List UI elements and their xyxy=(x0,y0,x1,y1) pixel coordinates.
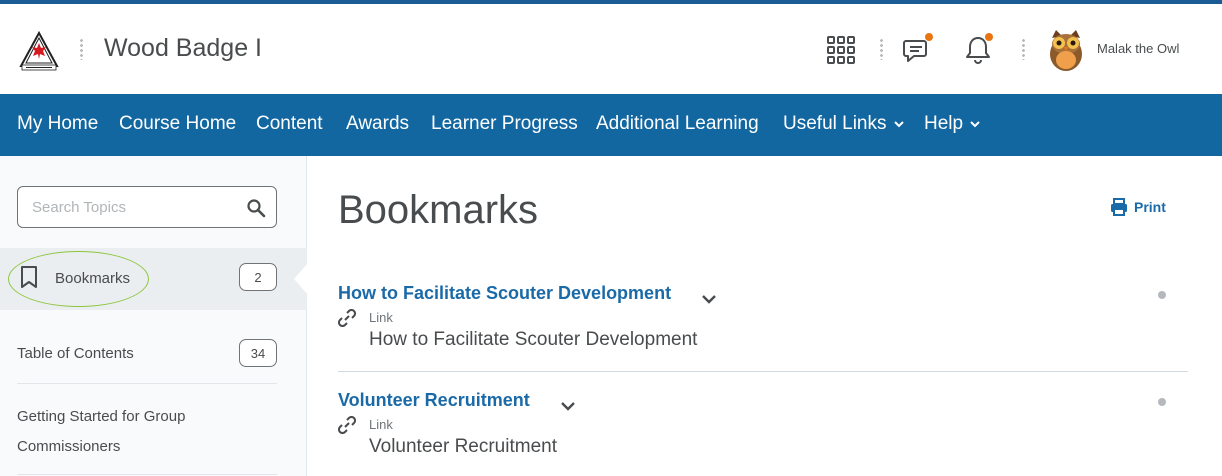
print-label: Print xyxy=(1134,199,1166,215)
scouts-canada-logo[interactable] xyxy=(18,30,60,72)
printer-icon xyxy=(1111,198,1127,216)
search-icon[interactable] xyxy=(246,198,266,218)
nav-item-label: Content xyxy=(256,113,323,134)
main-content: Bookmarks Print How to Facilitate Scoute… xyxy=(308,156,1222,476)
nav-item-help[interactable]: Help xyxy=(924,113,981,135)
toc-count-badge: 34 xyxy=(239,339,277,367)
topic-subtitle: How to Facilitate Scouter Development xyxy=(369,329,698,350)
divider xyxy=(17,474,277,475)
link-icon xyxy=(338,309,356,327)
nav-item-label: Useful Links xyxy=(783,113,887,134)
sidebar: Bookmarks 2 Table of Contents 34 Getting… xyxy=(0,156,308,476)
topic-subtitle: Volunteer Recruitment xyxy=(369,436,557,457)
nav-item-label: Course Home xyxy=(119,113,237,134)
nav-item-label: Additional Learning xyxy=(596,113,759,134)
divider xyxy=(17,383,277,384)
notification-dot xyxy=(924,32,934,42)
nav-item-content[interactable]: Content xyxy=(256,113,323,135)
nav-item-my-home[interactable]: My Home xyxy=(17,113,98,135)
nav-item-label: Help xyxy=(924,113,964,134)
header: Wood Badge I Malak the Owl xyxy=(0,4,1222,94)
search-box xyxy=(17,186,277,228)
chevron-down-icon xyxy=(970,121,980,128)
header-separator xyxy=(1022,38,1025,60)
course-selector-button[interactable] xyxy=(823,32,859,68)
sidebar-item-module[interactable]: Getting Started for Group Commissioners xyxy=(17,402,217,462)
avatar[interactable] xyxy=(1046,26,1086,72)
topic-title-link[interactable]: Volunteer Recruitment xyxy=(338,390,530,411)
link-icon xyxy=(338,416,356,434)
header-separator xyxy=(80,38,83,60)
status-dot xyxy=(1158,291,1166,299)
divider xyxy=(338,371,1188,372)
grid-icon xyxy=(827,36,855,64)
owl-icon xyxy=(1050,30,1082,71)
navbar: My Home Course Home Content Awards Learn… xyxy=(0,94,1222,156)
course-title[interactable]: Wood Badge I xyxy=(104,34,262,63)
chevron-down-icon xyxy=(893,121,904,128)
nav-item-label: Awards xyxy=(346,113,410,134)
bookmarks-count-badge: 2 xyxy=(239,263,277,291)
bookmark-icon xyxy=(21,266,37,288)
status-dot xyxy=(1158,398,1166,406)
selection-pointer xyxy=(294,263,308,295)
nav-item-useful-links[interactable]: Useful Links xyxy=(783,113,905,135)
page-title: Bookmarks xyxy=(338,188,539,232)
header-separator xyxy=(880,38,883,60)
topic-type: Link xyxy=(369,417,393,432)
chevron-down-icon[interactable] xyxy=(559,400,577,412)
nav-item-awards[interactable]: Awards xyxy=(346,113,409,135)
sidebar-item-table-of-contents[interactable]: Table of Contents xyxy=(17,345,134,362)
notification-dot xyxy=(984,32,994,42)
nav-item-course-home[interactable]: Course Home xyxy=(119,113,236,135)
chevron-down-icon[interactable] xyxy=(700,293,718,305)
sidebar-item-label: Bookmarks xyxy=(55,270,131,287)
search-input[interactable] xyxy=(32,197,232,217)
nav-item-additional-learning[interactable]: Additional Learning xyxy=(596,113,759,135)
print-button[interactable]: Print xyxy=(1110,198,1166,216)
user-name[interactable]: Malak the Owl xyxy=(1097,41,1179,56)
nav-item-learner-progress[interactable]: Learner Progress xyxy=(431,113,578,135)
messages-button[interactable] xyxy=(900,32,936,68)
topic-type: Link xyxy=(369,310,393,325)
nav-item-label: Learner Progress xyxy=(431,113,578,134)
notifications-button[interactable] xyxy=(960,32,996,68)
topic-title-link[interactable]: How to Facilitate Scouter Development xyxy=(338,283,671,304)
nav-item-label: My Home xyxy=(17,113,99,134)
